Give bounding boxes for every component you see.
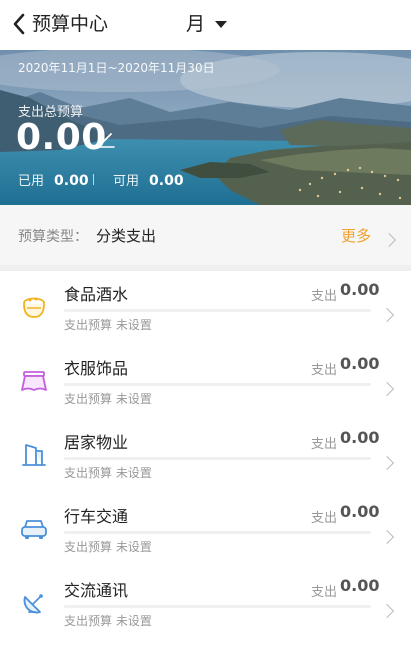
budget-status: 支出预算 未设置: [64, 318, 152, 332]
spend-value: 0.00: [340, 502, 380, 521]
budget-status: 支出预算 未设置: [64, 614, 152, 628]
chevron-right-icon: [379, 455, 395, 471]
spend-value: 0.00: [340, 428, 380, 447]
budget-status: 支出预算 未设置: [64, 466, 152, 480]
category-name: 行车交通: [64, 507, 129, 526]
spend-value: 0.00: [340, 280, 380, 299]
total-budget-value: 0.00: [16, 117, 107, 158]
clothing-icon: [21, 371, 47, 391]
spend-label: 支出: [311, 585, 338, 600]
budget-status: 支出预算 未设置: [64, 392, 152, 406]
progress-track: [64, 531, 371, 534]
spend-value: 0.00: [340, 576, 380, 595]
progress-track: [64, 605, 371, 608]
caret-down-icon: [215, 20, 228, 28]
category-row-clothing[interactable]: 衣服饰品 支出 0.00 支出预算 未设置: [0, 345, 411, 419]
budget-summary-banner: 2020年11月1日~2020年11月30日 支出总预算 0.00 已用 0.0…: [0, 50, 411, 205]
divider: [93, 174, 94, 185]
chevron-right-icon: [381, 232, 397, 248]
category-row-communication[interactable]: 交流通讯 支出 0.00 支出预算 未设置: [0, 567, 411, 641]
car-icon: [21, 520, 47, 539]
budget-status: 支出预算 未设置: [64, 540, 152, 554]
progress-track: [64, 383, 371, 386]
spend-label: 支出: [311, 289, 338, 304]
used-amount: 已用 0.00: [18, 170, 89, 189]
chevron-left-icon: [13, 13, 25, 35]
period-label: 月: [186, 13, 206, 35]
chevron-right-icon: [379, 603, 395, 619]
chevron-right-icon: [379, 307, 395, 323]
category-row-transport[interactable]: 行车交通 支出 0.00 支出预算 未设置: [0, 493, 411, 567]
chevron-right-icon: [379, 381, 395, 397]
budget-type-value: 分类支出: [96, 227, 157, 245]
budget-type-row[interactable]: 预算类型： 分类支出 更多: [0, 205, 411, 265]
category-row-home[interactable]: 居家物业 支出 0.00 支出预算 未设置: [0, 419, 411, 493]
spend-label: 支出: [311, 363, 338, 378]
spend-label: 支出: [311, 437, 338, 452]
app-header: 预算中心 月: [0, 0, 411, 50]
progress-track: [64, 457, 371, 460]
chevron-right-icon: [379, 529, 395, 545]
satellite-dish-icon: [23, 594, 43, 614]
building-icon: [22, 444, 46, 466]
edit-icon[interactable]: [98, 132, 116, 148]
date-range: 2020年11月1日~2020年11月30日: [18, 61, 215, 75]
category-name: 食品酒水: [64, 285, 129, 304]
page-title: 预算中心: [32, 13, 109, 35]
more-link[interactable]: 更多: [341, 225, 371, 246]
spend-value: 0.00: [340, 354, 380, 373]
food-bowl-icon: [23, 297, 45, 318]
used-label: 已用: [18, 174, 45, 189]
progress-track: [64, 309, 371, 312]
category-name: 衣服饰品: [64, 359, 129, 378]
available-amount: 可用 0.00: [113, 170, 184, 189]
category-name: 交流通讯: [64, 581, 129, 600]
spend-label: 支出: [311, 511, 338, 526]
category-name: 居家物业: [64, 433, 129, 452]
used-value: 0.00: [54, 173, 89, 189]
available-value: 0.00: [149, 173, 184, 189]
budget-type-label: 预算类型：: [18, 229, 88, 245]
period-selector[interactable]: 月: [186, 12, 228, 36]
available-label: 可用: [113, 174, 140, 189]
back-button[interactable]: [8, 10, 30, 38]
category-row-food[interactable]: 食品酒水 支出 0.00 支出预算 未设置: [0, 271, 411, 345]
